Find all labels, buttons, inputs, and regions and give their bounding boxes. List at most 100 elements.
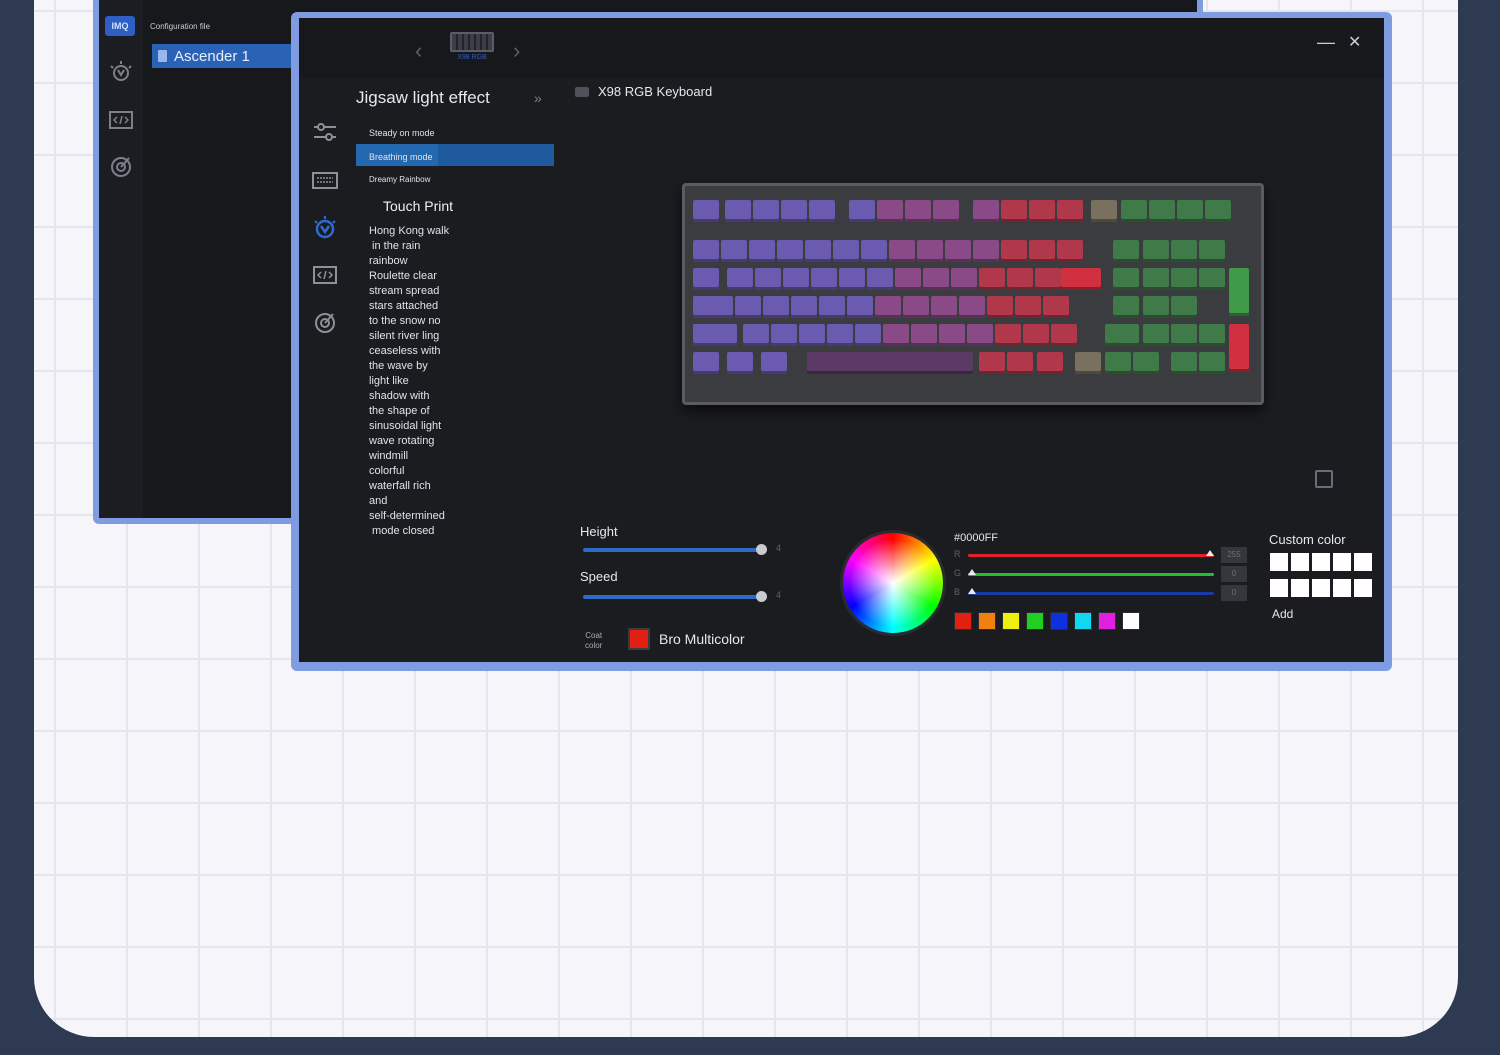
keyboard-key[interactable] bbox=[1113, 240, 1139, 262]
keyboard-key[interactable] bbox=[979, 268, 1005, 290]
preset-color-swatch[interactable] bbox=[1098, 612, 1116, 630]
target-icon[interactable] bbox=[107, 152, 135, 180]
coat-color-swatch[interactable] bbox=[628, 628, 650, 650]
keyboard-key[interactable] bbox=[743, 324, 769, 346]
list-item[interactable]: sinusoidal light bbox=[369, 419, 489, 434]
keyboard-key[interactable] bbox=[951, 268, 977, 290]
minimize-button[interactable]: — bbox=[1317, 32, 1335, 53]
speed-slider-knob[interactable] bbox=[756, 591, 767, 602]
height-slider-knob[interactable] bbox=[756, 544, 767, 555]
keyboard-key[interactable] bbox=[1007, 268, 1033, 290]
keyboard-key[interactable] bbox=[809, 200, 835, 222]
collapse-icon[interactable]: » bbox=[534, 90, 542, 106]
list-item[interactable]: the shape of bbox=[369, 404, 489, 419]
custom-color-slot[interactable] bbox=[1354, 579, 1372, 597]
effect-breathing[interactable]: Breathing mode bbox=[369, 152, 433, 162]
blue-value[interactable]: 0 bbox=[1221, 585, 1247, 601]
lighting-icon[interactable] bbox=[107, 58, 135, 86]
keyboard-key[interactable] bbox=[1171, 240, 1197, 262]
green-value[interactable]: 0 bbox=[1221, 566, 1247, 582]
keyboard-key[interactable] bbox=[781, 200, 807, 222]
preset-color-swatch[interactable] bbox=[978, 612, 996, 630]
keyboard-key[interactable] bbox=[1057, 200, 1083, 222]
red-value[interactable]: 255 bbox=[1221, 547, 1247, 563]
keyboard-key[interactable] bbox=[1113, 268, 1139, 290]
keyboard-icon[interactable] bbox=[311, 166, 339, 194]
keyboard-key[interactable] bbox=[905, 200, 931, 222]
keyboard-key[interactable] bbox=[811, 268, 837, 290]
keyboard-key[interactable] bbox=[1029, 200, 1055, 222]
keyboard-key[interactable] bbox=[1035, 268, 1061, 290]
keyboard-key[interactable] bbox=[1113, 296, 1139, 318]
custom-color-slot[interactable] bbox=[1270, 579, 1288, 597]
keyboard-key[interactable] bbox=[895, 268, 921, 290]
keyboard-key[interactable] bbox=[1205, 200, 1231, 222]
keyboard-key[interactable] bbox=[995, 324, 1021, 346]
keyboard-key[interactable] bbox=[1091, 200, 1117, 222]
keyboard-key[interactable] bbox=[923, 268, 949, 290]
custom-color-slot[interactable] bbox=[1333, 579, 1351, 597]
effect-dreamy-rainbow[interactable]: Dreamy Rainbow bbox=[369, 175, 430, 184]
custom-color-slot[interactable] bbox=[1354, 553, 1372, 571]
keyboard-key[interactable] bbox=[1229, 324, 1249, 372]
keyboard-key[interactable] bbox=[819, 296, 845, 318]
preset-color-swatch[interactable] bbox=[1074, 612, 1092, 630]
keyboard-key[interactable] bbox=[867, 268, 893, 290]
list-item[interactable]: self-determined bbox=[369, 509, 489, 524]
keyboard-key[interactable] bbox=[855, 324, 881, 346]
keyboard-key[interactable] bbox=[939, 324, 965, 346]
keyboard-key[interactable] bbox=[1121, 200, 1147, 222]
keyboard-key[interactable] bbox=[833, 240, 859, 262]
preset-color-swatch[interactable] bbox=[954, 612, 972, 630]
list-item[interactable]: to the snow no bbox=[369, 314, 489, 329]
green-slider-marker[interactable] bbox=[968, 569, 976, 575]
keyboard-key[interactable] bbox=[847, 296, 873, 318]
keyboard-key[interactable] bbox=[763, 296, 789, 318]
keyboard-key[interactable] bbox=[1001, 240, 1027, 262]
blue-slider[interactable] bbox=[968, 592, 1214, 595]
keyboard-key[interactable] bbox=[979, 352, 1005, 374]
preset-color-swatch[interactable] bbox=[1026, 612, 1044, 630]
device-thumbnail[interactable]: X98 RGB bbox=[449, 32, 495, 68]
keyboard-key[interactable] bbox=[875, 296, 901, 318]
list-item[interactable]: waterfall rich bbox=[369, 479, 489, 494]
keyboard-key[interactable] bbox=[1113, 324, 1139, 346]
list-item[interactable]: mode closed bbox=[369, 524, 489, 539]
list-item[interactable]: silent river ling bbox=[369, 329, 489, 344]
keyboard-key[interactable] bbox=[727, 352, 753, 374]
keyboard-key[interactable] bbox=[1171, 268, 1197, 290]
list-item[interactable]: the wave by bbox=[369, 359, 489, 374]
keyboard-key[interactable] bbox=[771, 324, 797, 346]
keyboard-key[interactable] bbox=[1037, 352, 1063, 374]
keyboard-key[interactable] bbox=[1199, 240, 1225, 262]
keyboard-key[interactable] bbox=[1075, 352, 1101, 374]
keyboard-key[interactable] bbox=[783, 268, 809, 290]
keyboard-key[interactable] bbox=[945, 240, 971, 262]
list-item[interactable]: and bbox=[369, 494, 489, 509]
settings-sliders-icon[interactable] bbox=[311, 118, 339, 146]
keyboard-key[interactable] bbox=[725, 200, 751, 222]
list-item[interactable]: stream spread bbox=[369, 284, 489, 299]
keyboard-key[interactable] bbox=[693, 200, 719, 222]
list-item[interactable]: Roulette clear bbox=[369, 269, 489, 284]
keyboard-key[interactable] bbox=[755, 268, 781, 290]
custom-color-slot[interactable] bbox=[1270, 553, 1288, 571]
save-icon[interactable] bbox=[1315, 470, 1333, 488]
keyboard-key[interactable] bbox=[1171, 296, 1197, 318]
keyboard-key[interactable] bbox=[877, 200, 903, 222]
blue-slider-marker[interactable] bbox=[968, 588, 976, 594]
keyboard-key[interactable] bbox=[911, 324, 937, 346]
keyboard-key[interactable] bbox=[693, 324, 737, 346]
multicolor-label[interactable]: Bro Multicolor bbox=[659, 631, 745, 647]
keyboard-key[interactable] bbox=[959, 296, 985, 318]
red-slider-marker[interactable] bbox=[1206, 550, 1214, 556]
keyboard-key[interactable] bbox=[693, 352, 719, 374]
keyboard-key[interactable] bbox=[807, 352, 973, 374]
keyboard-key[interactable] bbox=[1199, 268, 1225, 290]
keyboard-key[interactable] bbox=[749, 240, 775, 262]
keyboard-key[interactable] bbox=[1171, 352, 1197, 374]
keyboard-key[interactable] bbox=[777, 240, 803, 262]
keyboard-key[interactable] bbox=[1143, 296, 1169, 318]
keyboard-key[interactable] bbox=[727, 268, 753, 290]
target-icon[interactable] bbox=[311, 308, 339, 336]
